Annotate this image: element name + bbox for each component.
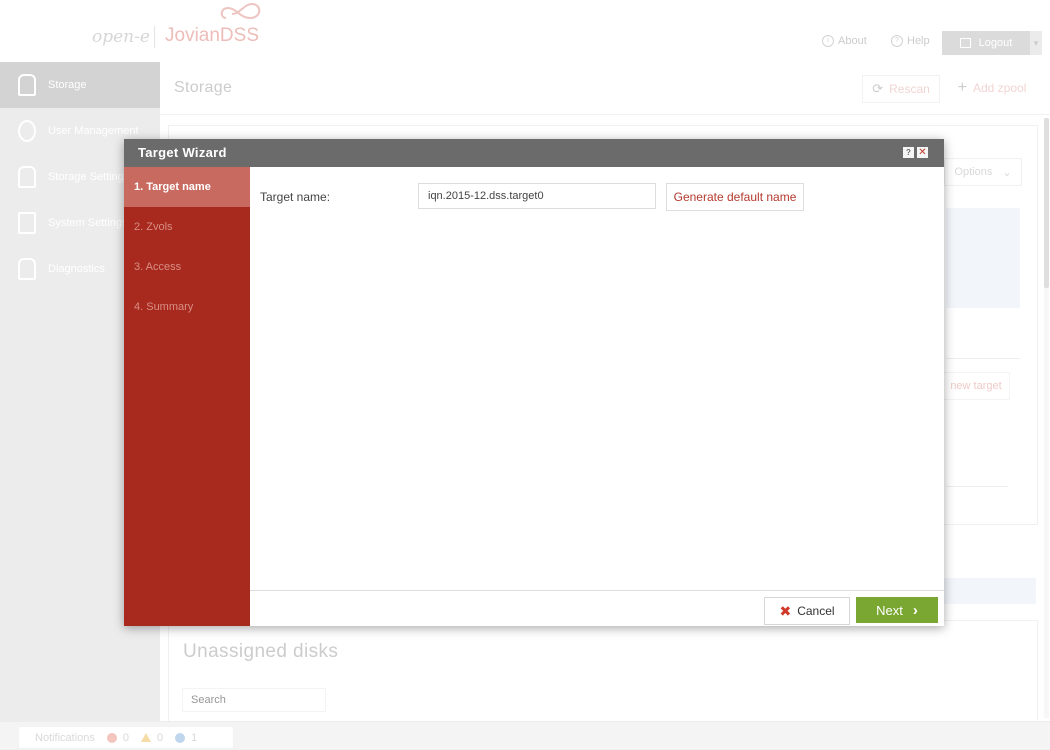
target-name-input[interactable] xyxy=(418,183,656,209)
generate-default-name-button[interactable]: Generate default name xyxy=(666,183,804,211)
step-zvols[interactable]: 2. Zvols xyxy=(124,207,250,247)
dialog-header: Target Wizard ? ✕ xyxy=(124,139,944,167)
dialog-footer: ✖ Cancel Next › xyxy=(250,590,944,627)
step-access[interactable]: 3. Access xyxy=(124,247,250,287)
target-name-label: Target name: xyxy=(260,190,331,204)
close-icon[interactable]: ✕ xyxy=(917,147,928,158)
cancel-button[interactable]: ✖ Cancel xyxy=(764,597,850,625)
wizard-steps: 1. Target name 2. Zvols 3. Access 4. Sum… xyxy=(124,167,250,626)
target-wizard-dialog: Target Wizard ? ✕ 1. Target name 2. Zvol… xyxy=(124,139,944,626)
dialog-title: Target Wizard xyxy=(138,145,227,160)
next-button[interactable]: Next › xyxy=(856,597,938,623)
close-icon: ✖ xyxy=(779,602,792,619)
help-icon[interactable]: ? xyxy=(903,147,914,158)
step-target-name[interactable]: 1. Target name xyxy=(124,167,250,207)
wizard-content: Target name: Generate default name xyxy=(250,167,944,590)
cancel-label: Cancel xyxy=(797,604,835,618)
next-label: Next xyxy=(876,602,903,618)
step-summary[interactable]: 4. Summary xyxy=(124,287,250,327)
chevron-right-icon: › xyxy=(912,601,918,619)
